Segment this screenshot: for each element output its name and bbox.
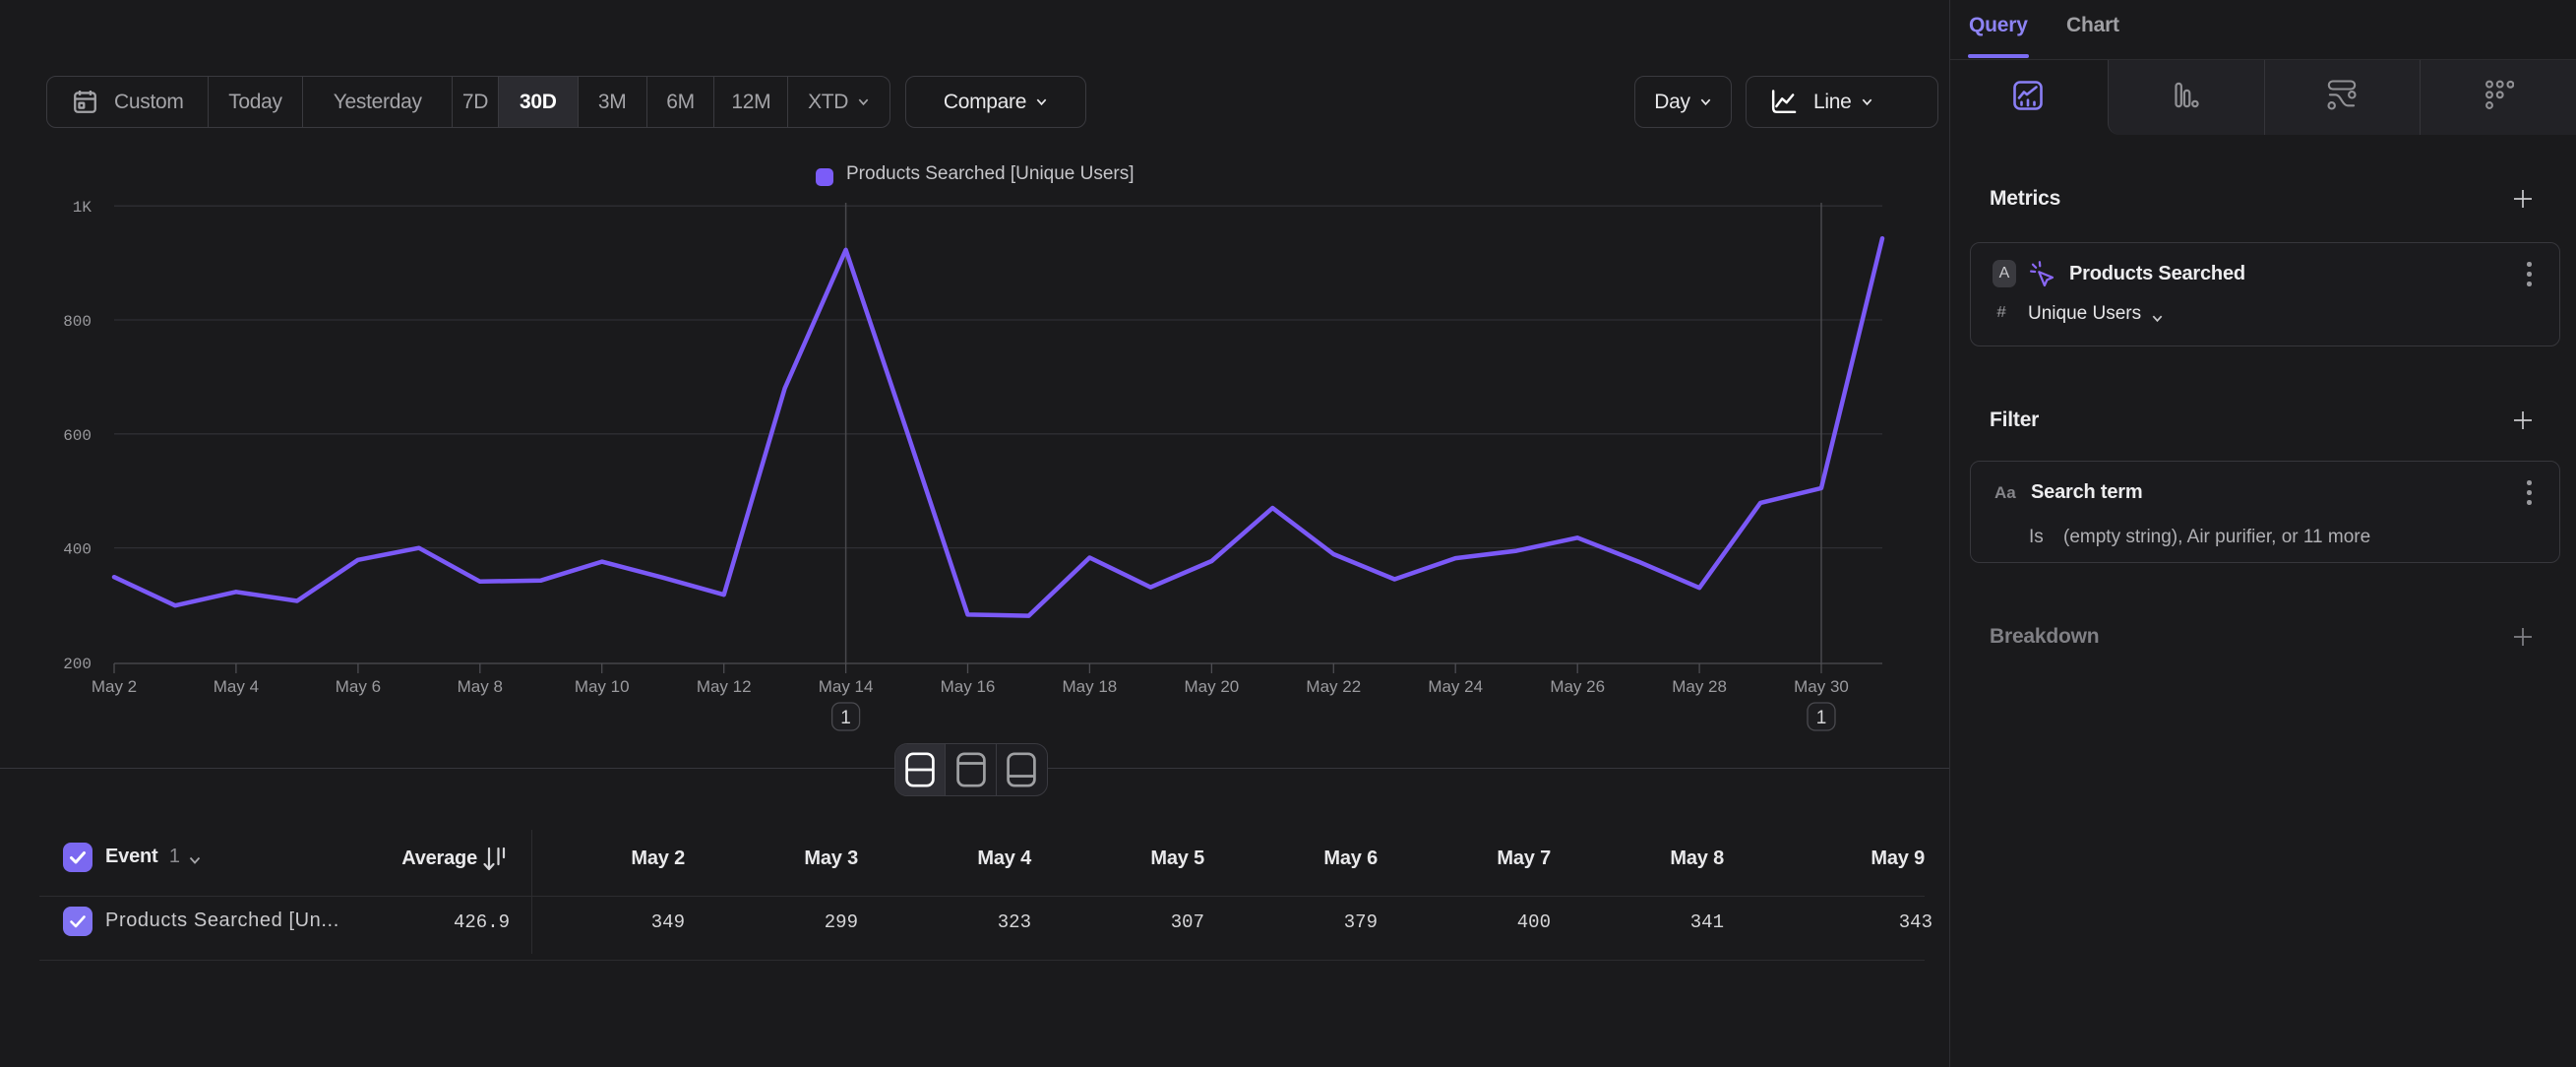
svg-text:1: 1 (840, 708, 851, 728)
svg-text:May 22: May 22 (1306, 677, 1361, 696)
svg-text:May 24: May 24 (1428, 677, 1483, 696)
svg-text:May 2: May 2 (92, 677, 137, 696)
svg-text:May 28: May 28 (1672, 677, 1727, 696)
svg-text:May 26: May 26 (1550, 677, 1605, 696)
svg-text:200: 200 (63, 656, 92, 673)
svg-text:1: 1 (1816, 708, 1827, 728)
svg-text:May 6: May 6 (336, 677, 381, 696)
svg-text:800: 800 (63, 313, 92, 331)
svg-text:600: 600 (63, 427, 92, 445)
svg-text:May 20: May 20 (1185, 677, 1240, 696)
svg-text:May 8: May 8 (458, 677, 503, 696)
svg-text:May 16: May 16 (941, 677, 996, 696)
svg-text:May 4: May 4 (214, 677, 259, 696)
svg-text:May 30: May 30 (1794, 677, 1849, 696)
svg-text:May 14: May 14 (819, 677, 874, 696)
svg-text:May 12: May 12 (697, 677, 752, 696)
svg-text:May 18: May 18 (1063, 677, 1118, 696)
svg-text:1K: 1K (73, 199, 92, 217)
svg-text:400: 400 (63, 541, 92, 559)
svg-text:May 10: May 10 (575, 677, 630, 696)
